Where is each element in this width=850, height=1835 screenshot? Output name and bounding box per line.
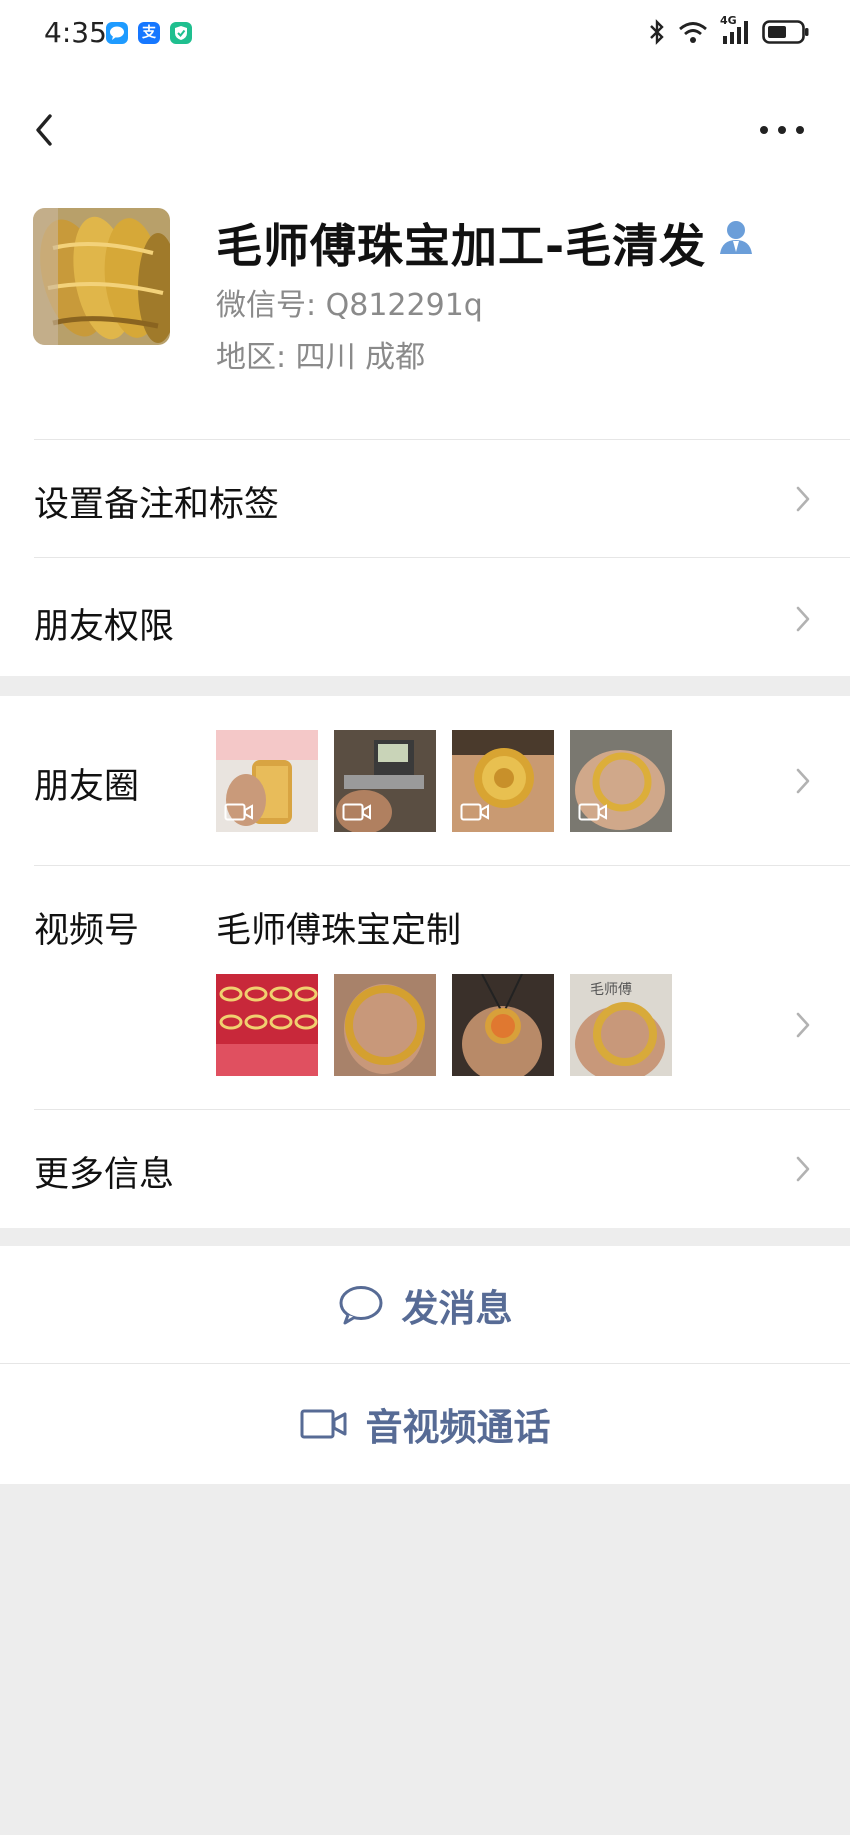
- video-camera-icon: [460, 803, 489, 821]
- friend-permissions-label: 朋友权限: [34, 607, 175, 647]
- status-time: 4:35: [44, 16, 107, 49]
- moments-thumbnail[interactable]: [452, 730, 554, 832]
- set-remarks-label: 设置备注和标签: [34, 485, 280, 525]
- video-camera-icon: [300, 1409, 346, 1439]
- video-call-label: 音视频通话: [365, 1406, 551, 1449]
- wifi-icon: [679, 22, 707, 43]
- video-camera-icon: [224, 803, 253, 821]
- cellular-signal-icon: 4G: [720, 14, 750, 46]
- avatar[interactable]: [33, 208, 170, 345]
- status-bar: 4:35 支 4G: [0, 0, 850, 70]
- nav-bar: [0, 70, 850, 190]
- channels-thumbnail[interactable]: 毛师傅: [570, 974, 672, 1076]
- back-button[interactable]: [26, 100, 66, 160]
- more-info-row[interactable]: 更多信息: [0, 1110, 850, 1228]
- chat-app-icon: [106, 22, 128, 44]
- contact-name: 毛师傅珠宝加工-毛清发: [216, 219, 707, 273]
- svg-text:毛师傅: 毛师傅: [590, 982, 632, 998]
- friend-permissions-row[interactable]: 朋友权限: [0, 558, 850, 676]
- profile-header: 毛师傅珠宝加工-毛清发 微信号: Q812291q 地区: 四川 成都: [0, 190, 850, 440]
- more-info-label: 更多信息: [34, 1155, 175, 1195]
- chevron-right-icon: [796, 606, 810, 632]
- channels-label: 视频号: [34, 911, 140, 951]
- video-call-button[interactable]: 音视频通话: [0, 1364, 850, 1484]
- set-remarks-row[interactable]: 设置备注和标签: [0, 440, 850, 558]
- video-camera-icon: [342, 803, 371, 821]
- person-icon: [720, 221, 752, 254]
- moments-thumbnail[interactable]: [570, 730, 672, 832]
- chevron-right-icon: [796, 768, 810, 794]
- chat-bubble-icon: [339, 1286, 382, 1325]
- chevron-right-icon: [796, 1156, 810, 1182]
- channels-name: 毛师傅珠宝定制: [216, 911, 462, 951]
- bluetooth-icon: [650, 19, 664, 45]
- channels-thumbnail[interactable]: [216, 974, 318, 1076]
- battery-icon: [762, 20, 809, 44]
- moments-label: 朋友圈: [34, 767, 140, 807]
- alipay-icon: 支: [138, 22, 160, 44]
- region: 地区: 四川 成都: [216, 340, 426, 375]
- send-message-button[interactable]: 发消息: [0, 1246, 850, 1364]
- chevron-left-icon: [36, 114, 52, 146]
- channels-thumbnail[interactable]: [452, 974, 554, 1076]
- channels-thumbnail[interactable]: [334, 974, 436, 1076]
- chevron-right-icon: [796, 486, 810, 512]
- moments-thumbnail[interactable]: [334, 730, 436, 832]
- more-dots-icon: [760, 126, 804, 134]
- wechat-id: 微信号: Q812291q: [216, 288, 483, 323]
- shield-app-icon: [170, 22, 192, 44]
- send-message-label: 发消息: [401, 1287, 513, 1330]
- video-camera-icon: [578, 803, 607, 821]
- moments-thumbnail[interactable]: [216, 730, 318, 832]
- channels-row[interactable]: 视频号 毛师傅珠宝定制 毛师傅: [0, 866, 850, 1110]
- chevron-right-icon: [796, 1012, 810, 1038]
- moments-row[interactable]: 朋友圈: [0, 696, 850, 866]
- more-button[interactable]: [754, 118, 810, 142]
